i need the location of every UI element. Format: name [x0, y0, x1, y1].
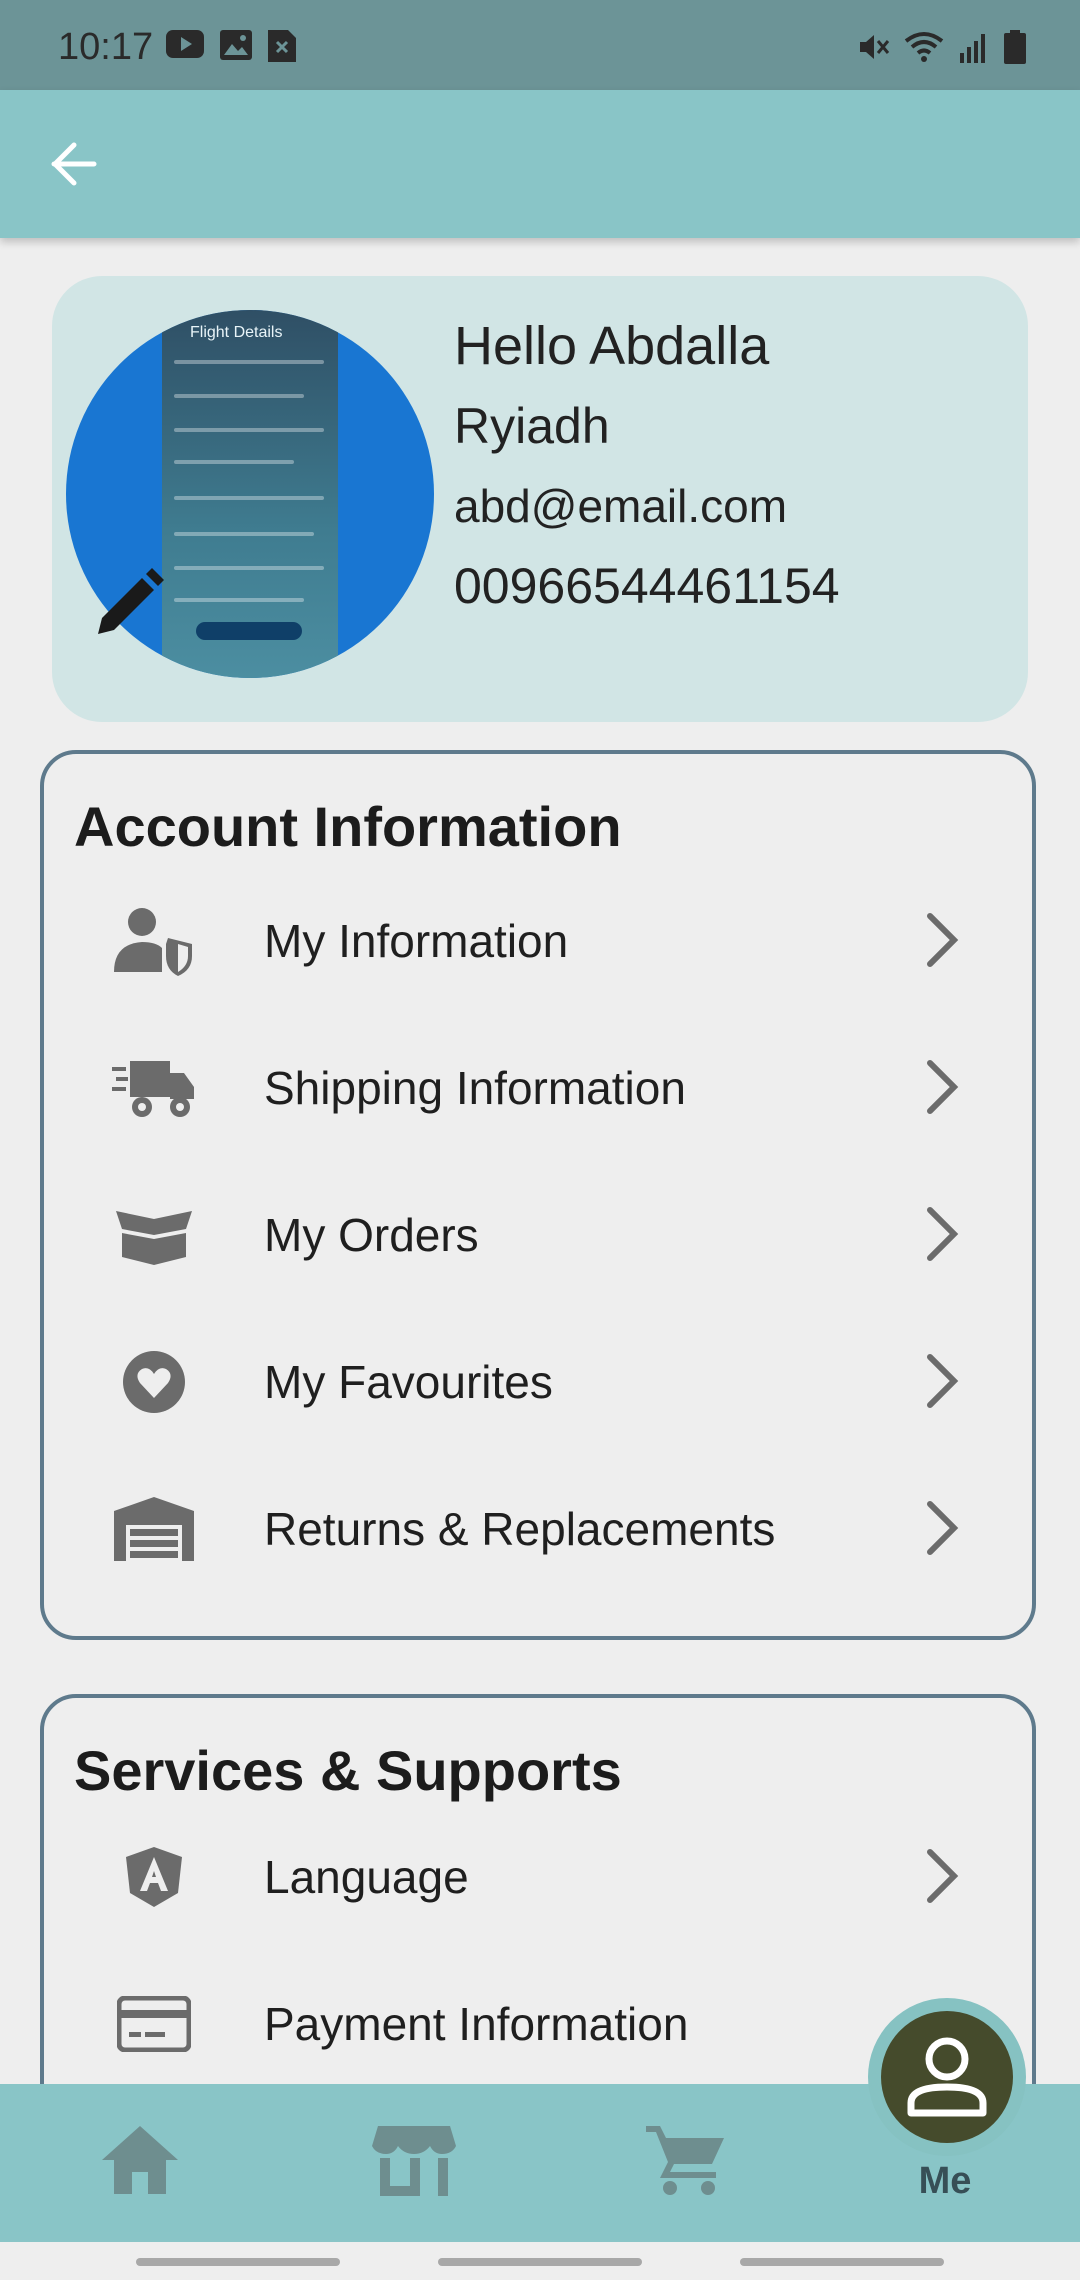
signal-icon	[960, 34, 985, 63]
status-notification-icons	[166, 30, 296, 62]
avatar-image: Flight Details	[162, 310, 338, 678]
menu-label: My Information	[264, 915, 569, 967]
nav-home[interactable]	[90, 2124, 190, 2204]
profile-card: Flight Details Hello Abdalla Ryiadh abd@…	[52, 276, 1028, 722]
menu-item-returns-replacements[interactable]: Returns & Replacements	[44, 1456, 1032, 1602]
gallery-icon	[220, 30, 252, 60]
gesture-pill	[136, 2258, 340, 2266]
status-system-icons	[856, 30, 1026, 64]
edit-profile-button[interactable]	[94, 566, 164, 641]
menu-item-language[interactable]: Language	[44, 1804, 1032, 1950]
menu-label: Language	[264, 1851, 469, 1903]
menu-label: Returns & Replacements	[264, 1503, 776, 1555]
chevron-right-icon	[927, 1060, 959, 1114]
shipping-truck-icon	[112, 1053, 196, 1123]
status-time: 10:17	[58, 26, 154, 68]
avatar-screen-title: Flight Details	[190, 324, 283, 341]
app-bar	[0, 90, 1080, 238]
home-icon	[102, 2126, 178, 2194]
chevron-right-icon	[927, 913, 959, 967]
cart-icon	[646, 2126, 724, 2195]
menu-item-my-information[interactable]: My Information	[44, 868, 1032, 1014]
chevron-right-icon	[927, 1501, 959, 1555]
nav-me-circle	[881, 2011, 1013, 2143]
gesture-pill	[740, 2258, 944, 2266]
person-icon	[907, 2037, 987, 2117]
menu-label: Payment Information	[264, 1998, 689, 2050]
mute-vibrate-icon	[860, 35, 890, 59]
nav-store[interactable]	[364, 2124, 464, 2204]
heart-circle-icon	[112, 1347, 196, 1417]
arrow-back-icon	[51, 142, 97, 186]
menu-item-my-favourites[interactable]: My Favourites	[44, 1309, 1032, 1455]
back-button[interactable]	[44, 134, 104, 194]
battery-icon	[1004, 30, 1026, 64]
profile-phone: 00966544461154	[454, 558, 840, 614]
section-title-account: Account Information	[74, 795, 622, 858]
wifi-icon	[904, 32, 944, 62]
youtube-icon	[166, 30, 204, 58]
status-bar: 10:17	[0, 0, 1080, 90]
account-information-card: Account Information My Information Shipp…	[40, 750, 1036, 1640]
profile-details: Hello Abdalla Ryiadh abd@email.com 00966…	[454, 306, 840, 626]
nav-me[interactable]	[868, 1998, 1026, 2156]
profile-city: Ryiadh	[454, 398, 610, 454]
credit-card-icon	[112, 1989, 196, 2059]
profile-email: abd@email.com	[454, 480, 788, 532]
menu-item-my-orders[interactable]: My Orders	[44, 1162, 1032, 1308]
section-title-services: Services & Supports	[74, 1739, 622, 1802]
chevron-right-icon	[927, 1354, 959, 1408]
nav-me-label: Me	[918, 2160, 972, 2202]
profile-greeting: Hello Abdalla	[454, 316, 770, 376]
menu-label: Shipping Information	[264, 1062, 686, 1114]
menu-item-shipping-information[interactable]: Shipping Information	[44, 1015, 1032, 1161]
warehouse-icon	[112, 1494, 196, 1564]
menu-label: My Orders	[264, 1209, 479, 1261]
sim-x-icon	[268, 30, 296, 62]
menu-label: My Favourites	[264, 1356, 553, 1408]
chevron-right-icon	[927, 1207, 959, 1261]
open-box-icon	[112, 1200, 196, 1270]
gesture-pill	[438, 2258, 642, 2266]
angular-shield-icon	[112, 1842, 196, 1912]
user-shield-icon	[112, 906, 196, 976]
store-icon	[372, 2126, 456, 2196]
pencil-icon	[98, 568, 164, 634]
chevron-right-icon	[927, 1849, 959, 1903]
gesture-bar	[0, 2242, 1080, 2280]
nav-cart[interactable]	[636, 2124, 736, 2204]
